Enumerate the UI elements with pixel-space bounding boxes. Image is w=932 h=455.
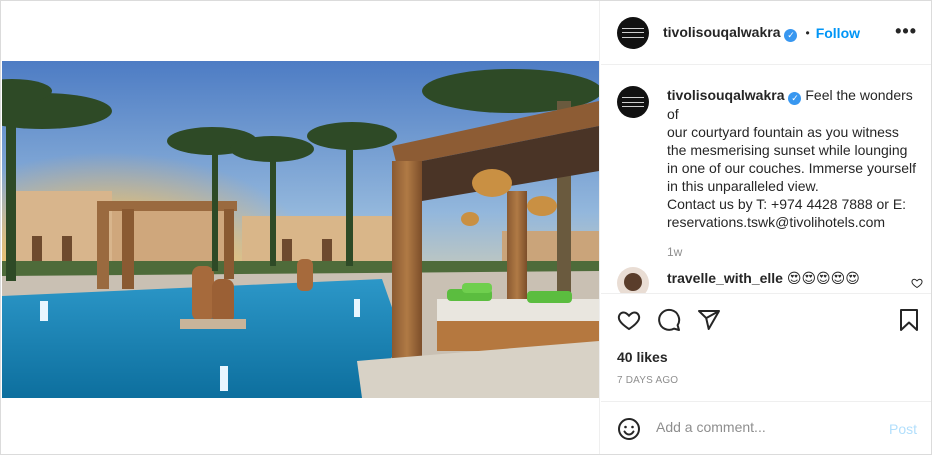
- caption-line: in one of our couches. Immerse yourself: [667, 160, 917, 176]
- commenter-username[interactable]: travelle_with_elle: [667, 270, 783, 286]
- caption-line: Contact us by T: +974 4428 7888 or E:: [667, 196, 907, 212]
- verified-badge-icon: ✓: [784, 28, 798, 42]
- comment-text: travelle_with_elle 😍😍😍😍😍: [667, 270, 860, 287]
- post-photo[interactable]: [2, 61, 599, 398]
- add-comment-bar: Post: [601, 401, 931, 454]
- verified-badge-icon: ✓: [788, 92, 802, 105]
- post-date[interactable]: 7 DAYS AGO: [617, 375, 678, 386]
- header-username[interactable]: tivolisouqalwakra ✓: [663, 24, 798, 42]
- post-comment-button[interactable]: Post: [889, 421, 917, 437]
- caption-text: tivolisouqalwakra ✓ Feel the wonders of o…: [667, 86, 923, 231]
- media-panel: [1, 1, 600, 454]
- follow-button[interactable]: Follow: [816, 25, 860, 41]
- header-username-text[interactable]: tivolisouqalwakra: [663, 24, 780, 40]
- comment-body: 😍😍😍😍😍: [786, 270, 860, 286]
- separator-dot: •: [805, 25, 810, 40]
- caption-timestamp[interactable]: 1w: [667, 245, 923, 259]
- caption-line: reservations.tswk@tivolihotels.com: [667, 214, 886, 230]
- caption-line: in this unparalleled view.: [667, 178, 819, 194]
- comment-icon[interactable]: [657, 308, 681, 332]
- comment-like-heart-icon[interactable]: [911, 277, 923, 289]
- bookmark-icon[interactable]: [897, 308, 921, 332]
- more-options-icon[interactable]: •••: [895, 22, 917, 40]
- caption-avatar[interactable]: [617, 86, 649, 118]
- action-bar: [601, 293, 931, 345]
- account-avatar[interactable]: [617, 16, 649, 49]
- caption-username[interactable]: tivolisouqalwakra: [667, 87, 784, 103]
- likes-count[interactable]: 40 likes: [617, 349, 668, 365]
- instagram-post: tivolisouqalwakra ✓ • Follow ••• tivoliso…: [0, 0, 932, 455]
- heart-icon[interactable]: [617, 308, 641, 332]
- post-photo-illustration: [2, 61, 599, 398]
- avatar-face: [624, 273, 642, 291]
- post-sidebar: tivolisouqalwakra ✓ • Follow ••• tivoliso…: [601, 1, 931, 454]
- caption-line: our courtyard fountain as you witness: [667, 124, 899, 140]
- commenter-avatar[interactable]: [617, 267, 649, 293]
- logo-icon: [622, 97, 644, 107]
- caption-line: the mesmerising sunset while lounging: [667, 142, 908, 158]
- emoji-icon[interactable]: [617, 417, 641, 441]
- share-icon[interactable]: [697, 308, 721, 332]
- caption-block: tivolisouqalwakra ✓ Feel the wonders of o…: [617, 86, 923, 259]
- add-comment-input[interactable]: [656, 419, 876, 435]
- comment-item: travelle_with_elle 😍😍😍😍😍: [617, 267, 927, 293]
- logo-icon: [622, 27, 644, 38]
- post-header: tivolisouqalwakra ✓ • Follow •••: [601, 1, 931, 65]
